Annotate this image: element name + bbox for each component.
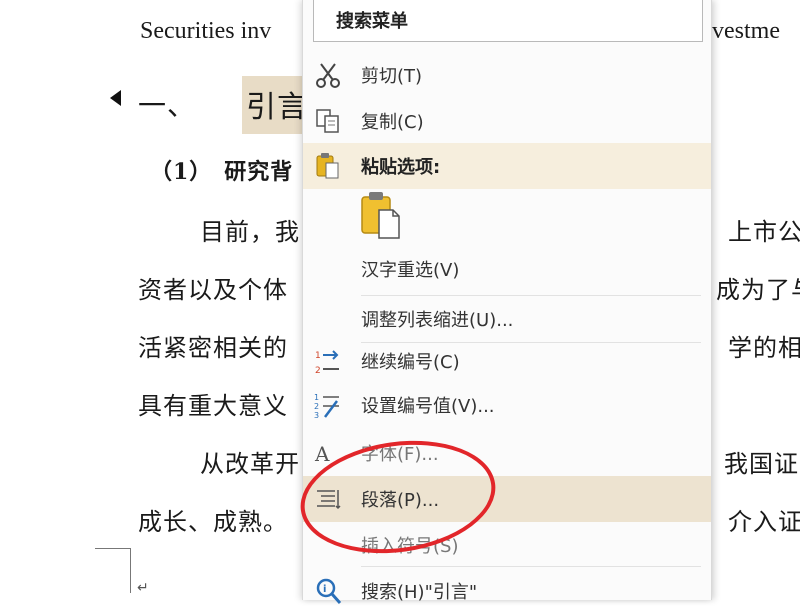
menu-item-label: 复制(C): [361, 112, 424, 133]
svg-text:2: 2: [314, 402, 319, 411]
menu-item-label: 搜索(H)"引言": [361, 582, 478, 603]
menu-item-adjust-list-indent[interactable]: 调整列表缩进(U)...: [303, 296, 711, 342]
menu-item-label: 剪切(T): [361, 66, 423, 87]
menu-item-continue-numbering[interactable]: 1 2 继续编号(C): [303, 338, 711, 384]
page-margin-mark-vertical: [130, 548, 131, 593]
menu-item-label: 汉字重选(V): [361, 260, 460, 281]
heading-number: 一、: [138, 89, 197, 122]
paragraph-5-right: 我国证: [724, 450, 799, 478]
paragraph-1-right: 上市公: [728, 218, 800, 246]
paragraph-5-left: 从改革开: [200, 450, 300, 478]
menu-item-label: 继续编号(C): [361, 352, 460, 373]
heading-collapse-icon[interactable]: [110, 90, 121, 106]
paste-icon: [316, 153, 339, 179]
menu-item-reconvert[interactable]: 汉字重选(V): [303, 246, 711, 292]
menu-item-copy[interactable]: 复制(C): [303, 98, 711, 144]
scissors-icon: [316, 63, 340, 88]
doc-line-1-left: Securities inv: [140, 18, 272, 44]
search-menu-label: 搜索菜单: [336, 11, 408, 32]
menu-separator: [361, 566, 701, 567]
menu-item-set-numbering-value[interactable]: 1 2 3 设置编号值(V)...: [303, 382, 711, 428]
paragraph-6-right: 介入证: [728, 508, 800, 536]
svg-text:i: i: [323, 584, 326, 595]
continue-numbering-icon: 1 2: [315, 350, 339, 376]
paragraph-1-left: 目前，我: [200, 218, 300, 246]
menu-section-paste-options: 粘贴选项:: [303, 143, 711, 189]
menu-item-cut[interactable]: 剪切(T): [303, 52, 711, 98]
search-icon: i: [316, 578, 342, 604]
paragraph-mark: ↵: [137, 580, 149, 596]
paragraph-3-left: 活紧密相关的: [138, 334, 288, 362]
page-margin-mark-horizontal: [95, 548, 131, 549]
menu-item-label: 设置编号值(V)...: [361, 396, 495, 417]
paragraph-3-right: 学的相: [728, 334, 800, 362]
menu-item-label: 调整列表缩进(U)...: [361, 310, 514, 331]
svg-text:3: 3: [314, 411, 319, 420]
search-menu-input[interactable]: 搜索菜单: [313, 0, 703, 42]
copy-icon: [316, 109, 339, 133]
paragraph-6-left: 成长、成熟。: [138, 508, 288, 536]
doc-line-1-right: vestme: [712, 18, 780, 44]
subheading: （1） 研究背: [150, 159, 294, 185]
heading-text: 引言: [246, 90, 308, 125]
set-numbering-value-icon: 1 2 3: [314, 393, 339, 420]
svg-text:A: A: [314, 442, 330, 466]
svg-text:2: 2: [315, 366, 321, 376]
svg-text:1: 1: [314, 393, 319, 402]
menu-item-search[interactable]: i 搜索(H)"引言": [303, 568, 711, 614]
paste-options-label: 粘贴选项:: [361, 157, 441, 178]
paragraph-2-left: 资者以及个体: [138, 276, 288, 304]
paragraph-4-left: 具有重大意义: [138, 392, 288, 420]
paragraph-2-right: 成为了与: [716, 276, 800, 304]
paste-keep-text-icon[interactable]: [359, 190, 403, 240]
svg-text:1: 1: [315, 351, 321, 361]
